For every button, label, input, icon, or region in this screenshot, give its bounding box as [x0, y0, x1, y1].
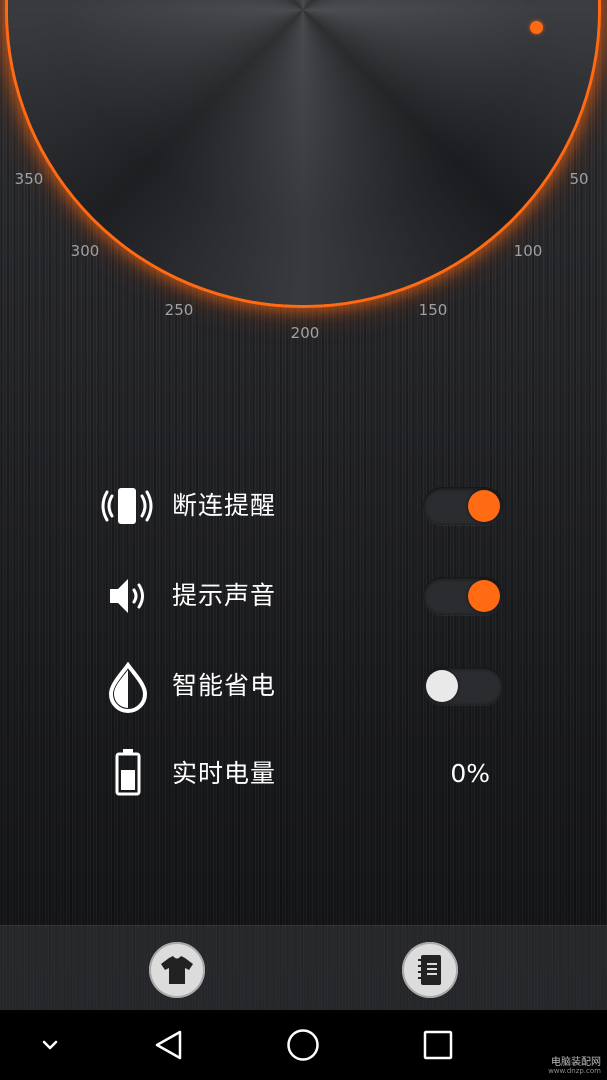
vibrate-icon	[98, 476, 158, 536]
back-triangle-icon[interactable]	[147, 1023, 191, 1067]
dial-indicator-dot	[530, 21, 543, 34]
water-drop-icon	[98, 656, 158, 716]
theme-button[interactable]	[149, 942, 205, 998]
watermark-url: www.dnzp.com	[548, 1067, 601, 1076]
speaker-icon	[98, 566, 158, 626]
scale-label-250: 250	[164, 301, 194, 319]
scale-label-100: 100	[513, 242, 543, 260]
bottom-action-bar	[0, 925, 607, 1011]
scale-label-350: 350	[14, 170, 44, 188]
app-screen: 350 50 300 100 250 150 200 断连提醒 提示声音 智能省…	[0, 0, 607, 1080]
tshirt-icon	[161, 956, 193, 984]
notebook-button[interactable]	[402, 942, 458, 998]
disconnect-alert-toggle[interactable]	[423, 487, 503, 525]
chevron-down-icon[interactable]	[28, 1023, 72, 1067]
setting-row-power-saving: 智能省电	[0, 656, 607, 716]
toggle-knob	[426, 670, 458, 702]
scale-label-50: 50	[569, 170, 589, 188]
toggle-knob	[468, 490, 500, 522]
setting-label: 实时电量	[172, 759, 277, 788]
watermark: 电脑装配网 www.dnzp.com	[548, 1057, 601, 1076]
setting-row-sound: 提示声音	[0, 566, 607, 626]
toggle-knob	[468, 580, 500, 612]
system-navigation-bar: 电脑装配网 www.dnzp.com	[0, 1010, 607, 1080]
recents-square-icon[interactable]	[416, 1023, 460, 1067]
scale-label-300: 300	[70, 242, 100, 260]
setting-row-disconnect-alert: 断连提醒	[0, 476, 607, 536]
battery-level-value: 0%	[450, 759, 490, 788]
sound-toggle[interactable]	[423, 577, 503, 615]
setting-row-battery: 实时电量 0%	[0, 744, 607, 804]
setting-label: 提示声音	[172, 581, 277, 610]
scale-label-200: 200	[290, 324, 320, 342]
setting-label: 智能省电	[172, 671, 277, 700]
home-circle-icon[interactable]	[281, 1023, 325, 1067]
power-saving-toggle[interactable]	[423, 667, 503, 705]
scale-label-150: 150	[418, 301, 448, 319]
notebook-icon	[418, 955, 441, 985]
battery-icon	[98, 744, 158, 804]
setting-label: 断连提醒	[172, 491, 277, 520]
